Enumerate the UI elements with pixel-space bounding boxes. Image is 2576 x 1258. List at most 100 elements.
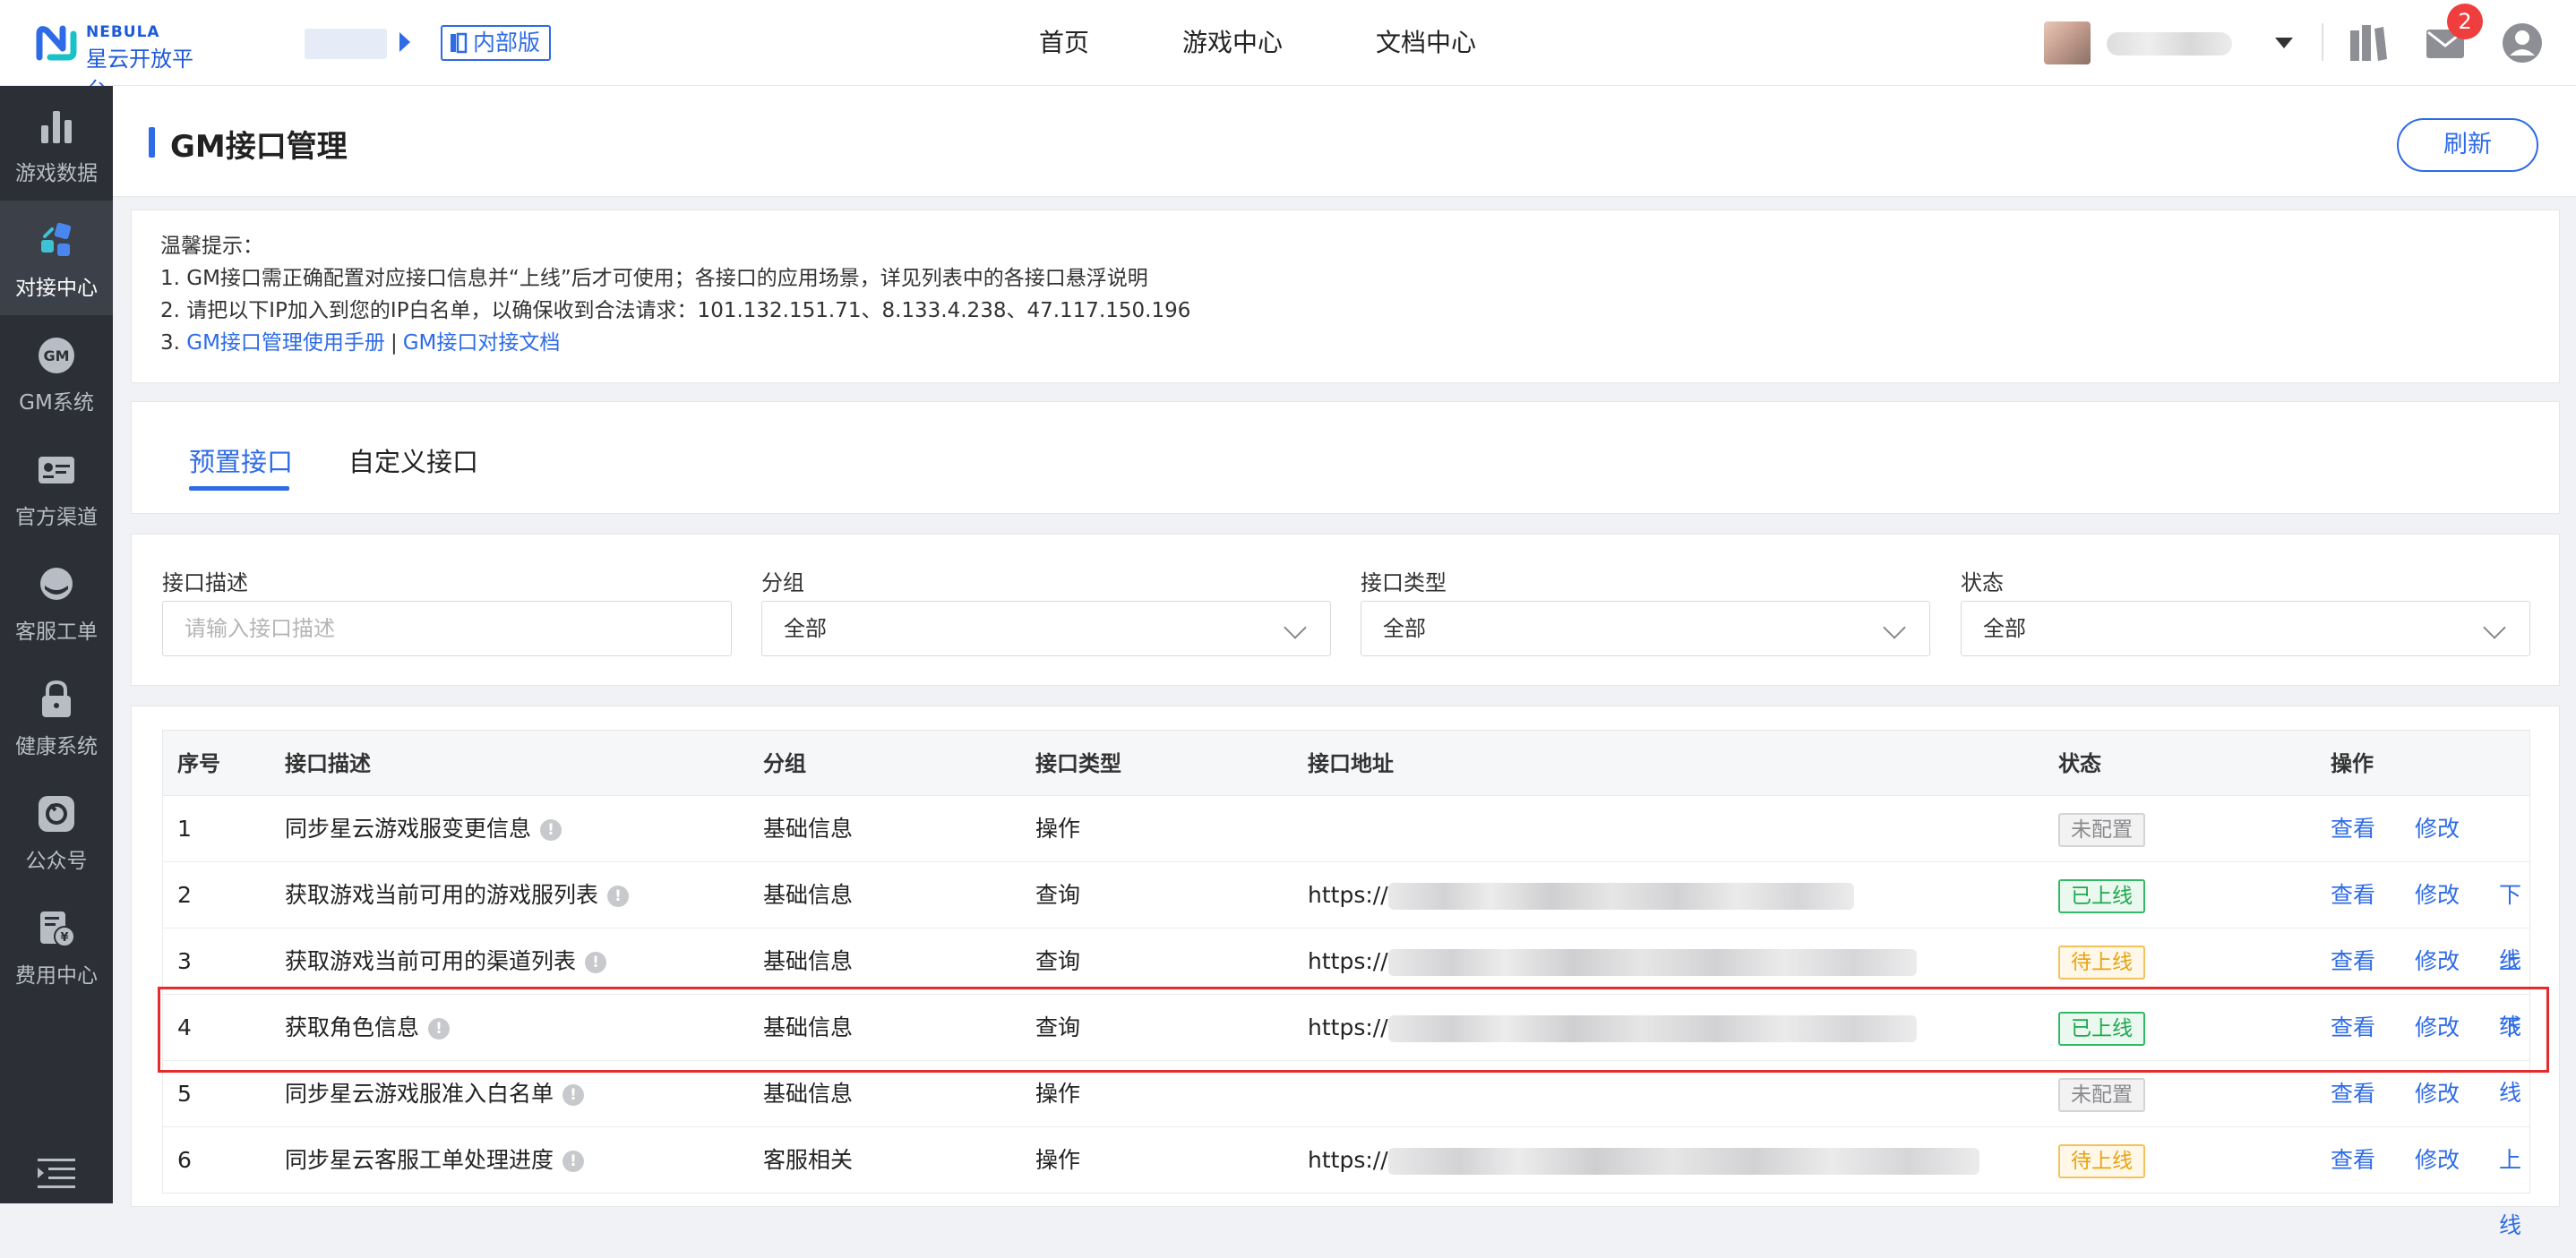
id-card-icon xyxy=(39,457,74,484)
edit-button[interactable]: 修改 xyxy=(2415,1127,2460,1193)
caret-right-icon[interactable] xyxy=(399,32,410,52)
row-url-prefix: https:// xyxy=(1308,948,1388,974)
type-filter-label: 接口类型 xyxy=(1361,570,1447,595)
brand-logo[interactable]: NEBULA 星云开放平台 xyxy=(36,20,197,103)
sidebar-item-billing[interactable]: ¥ 费用中心 xyxy=(0,888,113,1003)
tab-custom-interface[interactable]: 自定义接口 xyxy=(348,441,478,479)
nav-doc-center[interactable]: 文档中心 xyxy=(1376,0,1476,86)
info-icon[interactable]: ! xyxy=(585,952,607,973)
type-filter-select[interactable]: 全部 xyxy=(1361,601,1930,656)
user-name-blurred[interactable] xyxy=(2107,32,2232,56)
gm-doc-link[interactable]: GM接口对接文档 xyxy=(403,331,561,355)
status-badge: 未配置 xyxy=(2058,813,2145,847)
row-desc: 同步星云客服工单处理进度! xyxy=(285,1127,585,1193)
mail-count-badge: 2 xyxy=(2447,4,2483,39)
collapse-menu-icon[interactable] xyxy=(36,1155,77,1191)
group-filter-select[interactable]: 全部 xyxy=(761,601,1331,656)
row-highlight-box xyxy=(158,987,2549,1073)
row-desc: 获取游戏当前可用的游戏服列表! xyxy=(285,862,630,928)
row-desc-text: 获取游戏当前可用的渠道列表 xyxy=(285,948,577,974)
view-button[interactable]: 查看 xyxy=(2331,862,2375,928)
row-url-blurred xyxy=(1387,1148,1979,1175)
page-header: GM接口管理 刷新 xyxy=(113,86,2576,197)
sidebar-item-integration[interactable]: 对接中心 xyxy=(0,201,113,315)
divider xyxy=(2322,23,2323,61)
docs-book-icon[interactable] xyxy=(2347,21,2390,64)
active-tab-indicator xyxy=(189,486,289,491)
row-group: 基础信息 xyxy=(763,882,854,908)
tab-bar: 预置接口 自定义接口 xyxy=(131,401,2560,514)
integration-icon xyxy=(41,222,72,256)
col-status: 状态 xyxy=(2058,751,2101,776)
gm-icon: GM xyxy=(39,338,74,373)
table-row: 3 获取游戏当前可用的渠道列表! 基础信息 查询 https://待上线 查看 修改 上线 xyxy=(162,929,2530,1040)
type-filter-value: 全部 xyxy=(1383,616,1426,641)
sidebar-item-gm-system[interactable]: GM GM系统 xyxy=(0,315,113,430)
sidebar-item-official-channel[interactable]: 官方渠道 xyxy=(0,430,113,544)
row-url-prefix: https:// xyxy=(1308,882,1388,908)
edit-button[interactable]: 修改 xyxy=(2415,796,2460,861)
tip-line-3-prefix: 3. xyxy=(160,331,187,355)
info-icon[interactable]: ! xyxy=(540,819,562,841)
sidebar-item-game-data[interactable]: 游戏数据 xyxy=(0,86,113,201)
book-icon xyxy=(451,32,468,54)
row-url: https:// xyxy=(1308,862,1854,928)
svg-text:¥: ¥ xyxy=(60,931,68,945)
refresh-button[interactable]: 刷新 xyxy=(2397,118,2538,172)
row-url: https:// xyxy=(1308,929,1917,994)
app-selector[interactable] xyxy=(305,29,387,59)
info-icon[interactable]: ! xyxy=(607,886,630,907)
tip-line-3: 3. GM接口管理使用手册 | GM接口对接文档 xyxy=(160,327,2530,359)
sidebar-item-label: 健康系统 xyxy=(15,735,98,758)
row-no: 3 xyxy=(177,948,192,974)
info-icon[interactable]: ! xyxy=(562,1151,585,1172)
sidebar-item-label: 对接中心 xyxy=(15,277,98,300)
row-desc-text: 同步星云游戏服准入白名单 xyxy=(285,1081,554,1107)
chevron-down-icon[interactable] xyxy=(2275,38,2293,48)
sidebar-item-public-account[interactable]: 公众号 xyxy=(0,774,113,888)
row-no: 2 xyxy=(177,882,192,908)
billing-icon: ¥ xyxy=(40,911,75,947)
top-bar: NEBULA 星云开放平台 内部版 首页 游戏中心 文档中心 2 xyxy=(0,0,2576,103)
edit-button[interactable]: 修改 xyxy=(2415,862,2460,928)
table-row: 1 同步星云游戏服变更信息! 基础信息 操作 未配置 查看 修改 xyxy=(162,796,2530,862)
row-type: 查询 xyxy=(1035,882,1081,908)
sidebar-item-customer-service[interactable]: 客服工单 xyxy=(0,544,113,659)
edit-button[interactable]: 修改 xyxy=(2415,929,2460,994)
row-type: 操作 xyxy=(1035,1147,1081,1173)
col-group: 分组 xyxy=(763,751,806,776)
sidebar-item-health-system[interactable]: 健康系统 xyxy=(0,659,113,774)
row-desc-text: 同步星云游戏服变更信息 xyxy=(285,816,532,842)
desc-filter-input[interactable]: 请输入接口描述 xyxy=(162,601,732,656)
main-nav: 首页 游戏中心 文档中心 xyxy=(1039,0,1569,86)
row-desc: 获取游戏当前可用的渠道列表! xyxy=(285,929,607,994)
status-badge: 未配置 xyxy=(2058,1078,2145,1112)
row-group: 基础信息 xyxy=(763,816,854,842)
col-desc: 接口描述 xyxy=(285,751,371,776)
gm-manual-link[interactable]: GM接口管理使用手册 xyxy=(186,331,385,355)
interface-table-card: 序号 接口描述 分组 接口类型 接口地址 状态 操作 1 同步星云游戏服变更信息!… xyxy=(131,706,2560,1238)
view-button[interactable]: 查看 xyxy=(2331,796,2375,861)
info-icon[interactable]: ! xyxy=(562,1084,585,1106)
chevron-down-icon xyxy=(1883,616,1906,639)
status-filter-select[interactable]: 全部 xyxy=(1961,601,2530,656)
link-separator: | xyxy=(390,331,398,355)
status-badge: 待上线 xyxy=(2058,946,2145,980)
sidebar-item-label: 公众号 xyxy=(25,850,88,873)
tab-preset-interface[interactable]: 预置接口 xyxy=(189,441,293,479)
lock-icon xyxy=(42,680,71,717)
user-icon[interactable] xyxy=(2501,21,2544,64)
online-button[interactable]: 上线 xyxy=(2499,1127,2529,1258)
sidebar-item-label: 官方渠道 xyxy=(15,506,98,529)
row-no: 6 xyxy=(177,1147,192,1173)
user-avatar[interactable] xyxy=(2044,21,2091,64)
nav-home[interactable]: 首页 xyxy=(1039,0,1089,86)
status-filter-label: 状态 xyxy=(1961,570,2004,595)
nebula-logo-icon xyxy=(36,25,77,61)
status-badge: 已上线 xyxy=(2058,879,2145,913)
nav-game-center[interactable]: 游戏中心 xyxy=(1182,0,1283,86)
view-button[interactable]: 查看 xyxy=(2331,929,2375,994)
view-button[interactable]: 查看 xyxy=(2331,1127,2375,1193)
group-filter-label: 分组 xyxy=(761,570,804,595)
edition-badge-label: 内部版 xyxy=(473,30,541,56)
